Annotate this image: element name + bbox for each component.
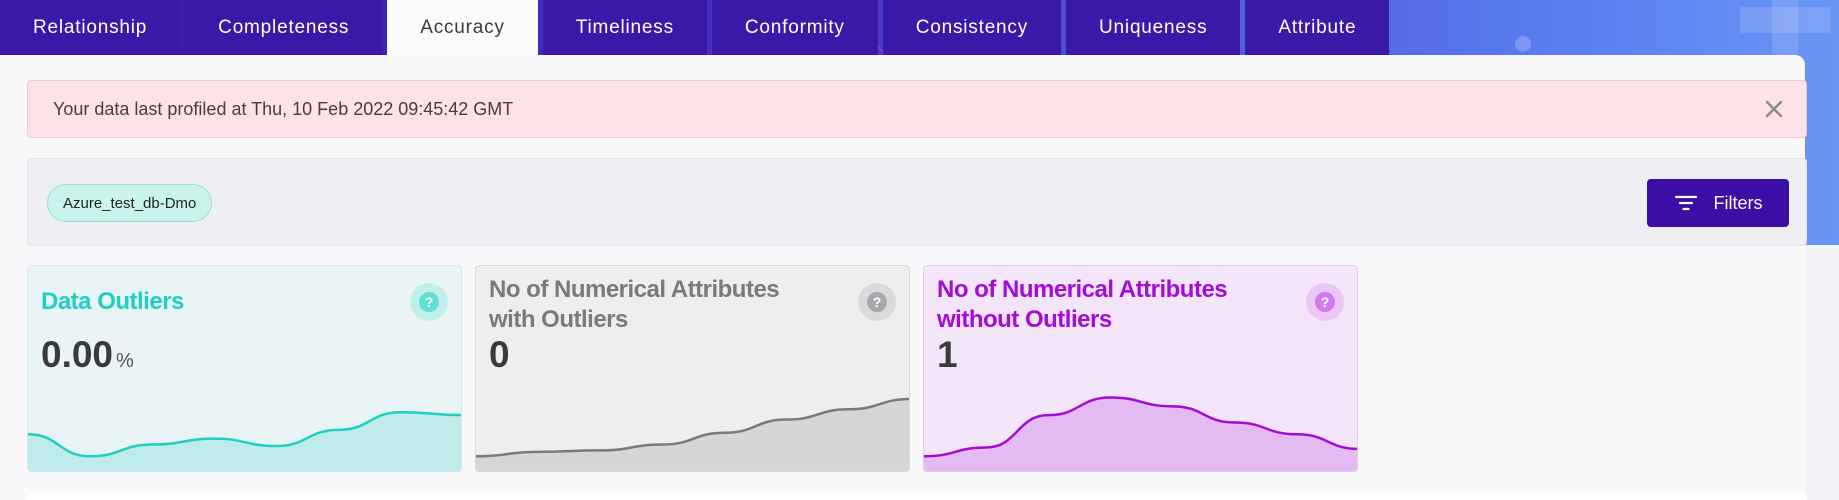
help-icon[interactable]: ? xyxy=(1306,283,1344,321)
card-title: No of Numerical Attributes without Outli… xyxy=(937,276,1228,333)
filter-icon xyxy=(1674,195,1697,211)
database-chip[interactable]: Azure_test_db-Dmo xyxy=(47,184,213,222)
tab-bar: Relationship Completeness Accuracy Timel… xyxy=(0,0,1390,55)
tab-attribute[interactable]: Attribute xyxy=(1245,0,1390,55)
tab-relationship[interactable]: Relationship xyxy=(0,0,181,55)
data-outliers-card: Data Outliers ? 0.00% xyxy=(27,265,462,472)
help-icon[interactable]: ? xyxy=(858,283,896,321)
tab-accuracy[interactable]: Accuracy xyxy=(387,0,538,55)
sparkline-chart xyxy=(476,397,909,471)
card-title: Data Outliers xyxy=(41,288,184,315)
tab-consistency[interactable]: Consistency xyxy=(882,0,1062,55)
filters-button[interactable]: Filters xyxy=(1647,179,1789,227)
sparkline-chart xyxy=(28,410,461,471)
next-section xyxy=(27,493,1807,500)
card-title: No of Numerical Attributes with Outliers xyxy=(489,276,780,333)
attributes-without-outliers-card: No of Numerical Attributes without Outli… xyxy=(923,265,1358,472)
tab-uniqueness[interactable]: Uniqueness xyxy=(1066,0,1241,55)
filters-label: Filters xyxy=(1713,192,1763,213)
tab-conformity[interactable]: Conformity xyxy=(711,0,878,55)
sparkline-chart xyxy=(924,396,1357,471)
alert-message: Your data last profiled at Thu, 10 Feb 2… xyxy=(53,98,514,119)
content-panel: Your data last profiled at Thu, 10 Feb 2… xyxy=(0,55,1807,500)
filter-bar: Azure_test_db-Dmo Filters xyxy=(27,158,1807,246)
decorative-dot xyxy=(1515,36,1531,52)
tab-timeliness[interactable]: Timeliness xyxy=(542,0,707,55)
profile-alert: Your data last profiled at Thu, 10 Feb 2… xyxy=(27,80,1807,138)
help-icon[interactable]: ? xyxy=(410,283,448,321)
tab-completeness[interactable]: Completeness xyxy=(185,0,383,55)
close-icon[interactable] xyxy=(1760,95,1788,123)
attributes-with-outliers-card: No of Numerical Attributes with Outliers… xyxy=(475,265,910,472)
